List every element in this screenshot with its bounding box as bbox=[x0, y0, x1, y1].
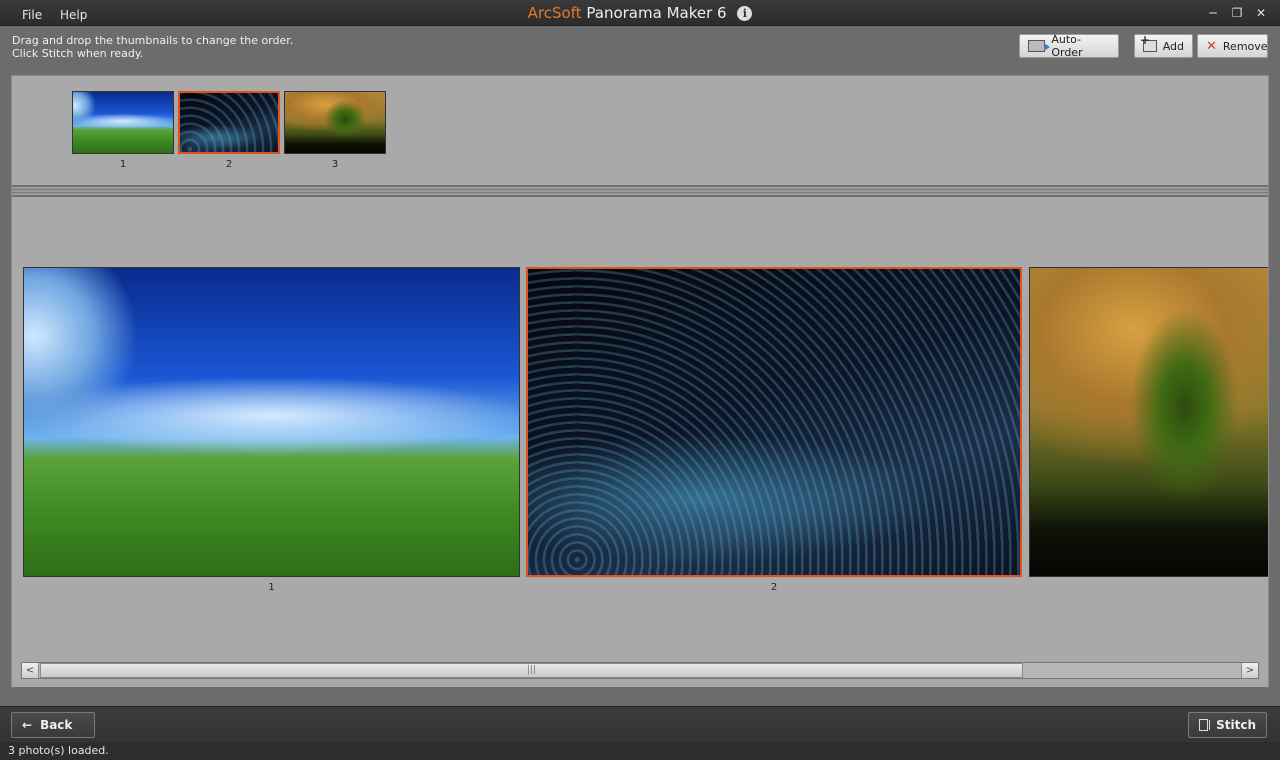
auto-order-label: Auto-Order bbox=[1051, 33, 1083, 59]
preview-image-2[interactable] bbox=[526, 267, 1022, 577]
auto-order-icon bbox=[1028, 40, 1051, 52]
title-bar: File Help ArcSoft Panorama Maker 6 i ─ ❐… bbox=[0, 0, 1280, 26]
thumbnail-label: 2 bbox=[225, 159, 233, 170]
remove-button[interactable]: ✕ Remove bbox=[1197, 34, 1268, 58]
brand-name: ArcSoft bbox=[527, 4, 582, 22]
thumbnail-label: 3 bbox=[331, 159, 339, 170]
main-panel: 1 2 3 1 2 < ||| > bbox=[11, 75, 1269, 687]
thumbnail-3[interactable] bbox=[284, 91, 386, 154]
instruction-line-1: Drag and drop the thumbnails to change t… bbox=[12, 34, 294, 47]
add-photo-icon bbox=[1140, 33, 1157, 52]
back-button[interactable]: ← Back bbox=[11, 712, 95, 738]
restore-icon[interactable]: ❐ bbox=[1228, 5, 1246, 21]
remove-icon: ✕ bbox=[1206, 38, 1217, 54]
status-bar: 3 photo(s) loaded. bbox=[0, 742, 1280, 760]
remove-label: Remove bbox=[1222, 39, 1268, 53]
status-text: 3 photo(s) loaded. bbox=[8, 744, 109, 757]
back-arrow-icon: ← bbox=[22, 718, 33, 732]
back-label: Back bbox=[40, 718, 73, 732]
auto-order-button[interactable]: Auto-Order bbox=[1019, 33, 1119, 59]
instruction-line-2: Click Stitch when ready. bbox=[12, 47, 144, 60]
horizontal-scrollbar[interactable]: < ||| > bbox=[21, 662, 1259, 679]
close-icon[interactable]: ✕ bbox=[1252, 5, 1270, 21]
scrollbar-thumb[interactable]: ||| bbox=[40, 663, 1023, 678]
thumbnail-label: 1 bbox=[119, 159, 127, 170]
add-label: Add bbox=[1162, 39, 1184, 53]
scroll-right-icon[interactable]: > bbox=[1241, 663, 1258, 678]
app-title: ArcSoft Panorama Maker 6 i bbox=[0, 4, 1280, 22]
stitch-button[interactable]: Stitch bbox=[1188, 712, 1267, 738]
splitter-handle[interactable] bbox=[12, 185, 1268, 197]
info-icon[interactable]: i bbox=[737, 6, 753, 21]
stitch-icon bbox=[1199, 719, 1211, 731]
preview-image-1[interactable] bbox=[23, 267, 520, 577]
preview-area: 1 2 < ||| > bbox=[12, 197, 1268, 687]
thumbnail-1[interactable] bbox=[72, 91, 174, 154]
scroll-left-icon[interactable]: < bbox=[22, 663, 39, 678]
preview-image-3[interactable] bbox=[1029, 267, 1268, 577]
product-name: Panorama Maker 6 bbox=[586, 4, 727, 22]
minimize-icon[interactable]: ─ bbox=[1204, 5, 1222, 21]
bottom-bar: ← Back Stitch bbox=[0, 706, 1280, 742]
add-button[interactable]: Add bbox=[1134, 33, 1193, 58]
stitch-label: Stitch bbox=[1216, 718, 1256, 732]
preview-label: 1 bbox=[268, 582, 275, 593]
instructions: Drag and drop the thumbnails to change t… bbox=[12, 34, 293, 60]
thumbnail-2[interactable] bbox=[178, 91, 280, 154]
preview-label: 2 bbox=[770, 582, 778, 593]
